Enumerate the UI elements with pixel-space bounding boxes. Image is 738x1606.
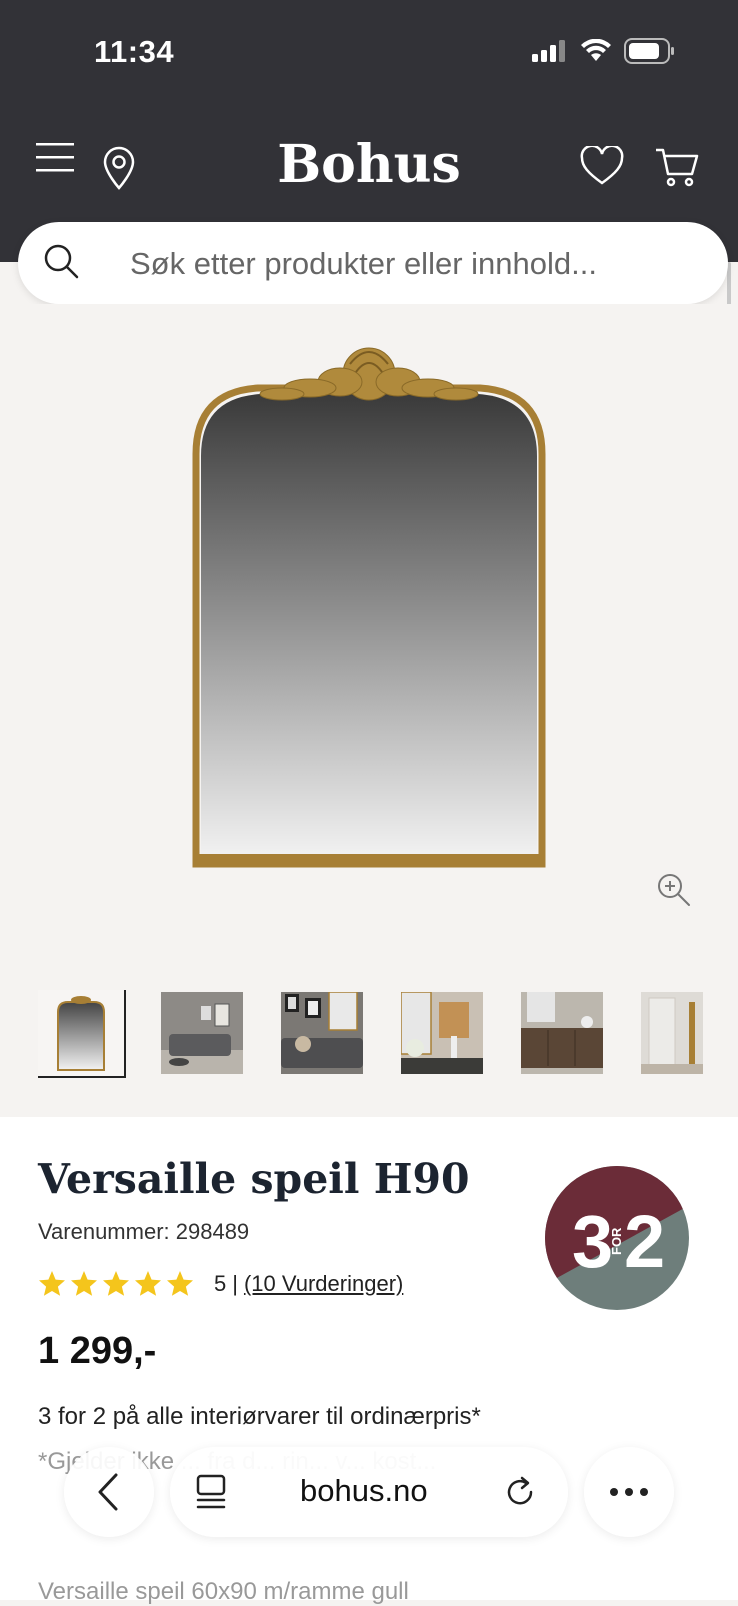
rating-count-link[interactable]: (10 Vurderinger) xyxy=(244,1271,403,1297)
rating-stars xyxy=(39,1271,193,1296)
promo-title: 3 for 2 på alle interiørvarer til ordinæ… xyxy=(38,1403,481,1430)
shopping-cart-icon[interactable] xyxy=(654,146,700,188)
search-icon[interactable] xyxy=(42,242,82,282)
product-description-preview: Versaille speil 60x90 m/ramme gull xyxy=(38,1578,409,1605)
heart-wishlist-icon[interactable] xyxy=(580,146,624,186)
star-icon xyxy=(39,1271,65,1296)
thumbnail-sideboard-with-vases[interactable] xyxy=(401,992,483,1074)
badge-for-label: FOR xyxy=(609,1227,624,1255)
badge-number-3: 3 xyxy=(572,1200,613,1283)
search-input[interactable] xyxy=(128,240,692,288)
thumbnail-living-room-grey-sofa[interactable] xyxy=(161,992,243,1074)
thumbnail-mirror-front[interactable] xyxy=(38,990,126,1078)
chevron-left-icon xyxy=(98,1473,118,1511)
star-icon xyxy=(71,1271,97,1296)
rating-value: 5 xyxy=(214,1271,227,1296)
product-price: 1 299,- xyxy=(38,1330,157,1372)
star-icon xyxy=(135,1271,161,1296)
status-time: 11:34 xyxy=(94,34,175,69)
battery-icon xyxy=(624,38,674,64)
thumbnail-mirror-side-view[interactable] xyxy=(641,992,703,1074)
star-icon xyxy=(167,1271,193,1296)
zoom-in-icon[interactable] xyxy=(656,872,692,908)
thumbnail-living-room-frames[interactable] xyxy=(281,992,363,1074)
product-sku: Varenummer: 298489 xyxy=(38,1219,250,1244)
more-dots-icon xyxy=(610,1488,648,1496)
signal-icon xyxy=(532,40,565,62)
three-for-two-badge: 3 FOR 2 xyxy=(545,1166,689,1310)
product-rating[interactable]: 5 | (10 Vurderinger) xyxy=(38,1270,403,1298)
browser-back-button[interactable] xyxy=(64,1447,154,1537)
bohus-logo[interactable]: Bohus xyxy=(0,134,738,195)
browser-url[interactable]: bohus.no xyxy=(300,1473,428,1509)
product-title: Versaille speil H90 xyxy=(38,1155,470,1203)
tabs-icon[interactable] xyxy=(192,1472,232,1512)
status-icons xyxy=(532,38,676,64)
browser-address-bar[interactable]: bohus.no xyxy=(170,1447,568,1537)
thumbnail-wooden-sideboard[interactable] xyxy=(521,992,603,1074)
thumbnail-strip[interactable] xyxy=(38,990,738,1078)
mirror-crest xyxy=(259,347,479,401)
search-bar[interactable] xyxy=(18,222,728,304)
wifi-icon xyxy=(581,39,611,61)
reload-icon[interactable] xyxy=(500,1472,540,1512)
badge-number-2: 2 xyxy=(624,1200,665,1283)
star-icon xyxy=(103,1271,129,1296)
rating-separator: | xyxy=(232,1271,238,1296)
browser-more-button[interactable] xyxy=(584,1447,674,1537)
